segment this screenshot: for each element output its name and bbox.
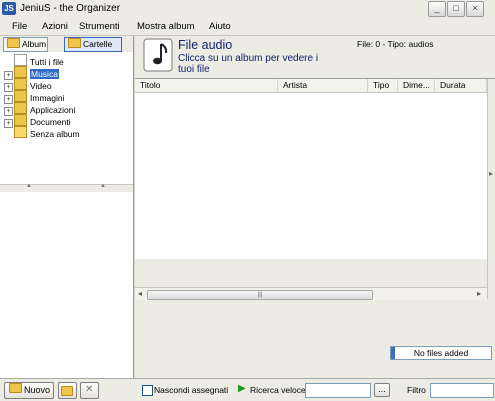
menu-bar: File Azioni Strumenti Mostra album Aiuto xyxy=(0,18,495,36)
app-logo-icon: JS xyxy=(2,2,16,15)
scroll-right-icon[interactable]: ▸ xyxy=(477,289,481,298)
column-header-duration[interactable]: Durata xyxy=(435,79,487,92)
scroll-left-icon[interactable]: ◂ xyxy=(138,289,142,298)
quick-search-label: Ricerca veloce xyxy=(250,385,306,395)
column-header-title[interactable]: Titolo xyxy=(135,79,278,92)
images-folder-icon xyxy=(14,90,27,102)
menu-azioni[interactable]: Azioni xyxy=(42,21,68,32)
bottom-toolbar: Nuovo ✕ Nascondi assegnati ▶ Ricerca vel… xyxy=(0,378,495,401)
left-panel: Album Cartelle Tutti i file + Musica + Vid… xyxy=(0,36,134,378)
tree-item-documents[interactable]: + Documenti xyxy=(4,114,71,128)
status-text: No files added xyxy=(413,348,469,358)
splitter-grip-icon: ▲ xyxy=(26,183,32,189)
no-album-icon xyxy=(14,126,27,138)
tree-item-no-album[interactable]: Senza album xyxy=(4,126,80,139)
music-note-icon xyxy=(143,38,173,72)
browse-button[interactable]: ... xyxy=(374,383,390,397)
tab-folders-label: Cartelle xyxy=(83,39,113,49)
hide-assigned-checkbox[interactable] xyxy=(142,385,153,396)
vertical-scrollbar[interactable]: ▸ xyxy=(487,79,495,299)
title-bar: JS JeniuS - the Organizer _ □ × xyxy=(0,0,495,19)
minimize-button[interactable]: _ xyxy=(428,1,446,17)
delete-icon: ✕ xyxy=(85,384,94,395)
tree-item-images[interactable]: + Immagini xyxy=(4,90,64,104)
column-header-size[interactable]: Dime... xyxy=(398,79,435,92)
column-header-artist[interactable]: Artista xyxy=(278,79,368,92)
menu-strumenti[interactable]: Strumenti xyxy=(79,21,120,32)
menu-aiuto[interactable]: Aiuto xyxy=(209,21,231,32)
album-icon xyxy=(7,38,20,48)
file-table: Titolo Artista Tipo Dime... Durata ▸ ◂ |… xyxy=(135,78,495,300)
new-button[interactable]: Nuovo xyxy=(4,382,54,399)
column-header-type[interactable]: Tipo xyxy=(368,79,398,92)
new-folder-icon xyxy=(9,383,22,393)
edit-button[interactable] xyxy=(58,382,77,399)
filter-input[interactable] xyxy=(430,383,494,398)
tab-album[interactable]: Album xyxy=(3,37,48,52)
quick-search-input[interactable] xyxy=(305,383,371,398)
tab-album-label: Album xyxy=(22,39,47,49)
filter-label: Filtro xyxy=(407,385,426,395)
tree-item-video[interactable]: + Video xyxy=(4,78,52,92)
scroll-thumb[interactable]: ||| xyxy=(147,290,373,300)
horizontal-scrollbar[interactable]: ◂ ||| ▸ xyxy=(135,287,487,300)
menu-file[interactable]: File xyxy=(12,21,27,32)
video-folder-icon xyxy=(14,78,27,90)
splitter-grip-icon: ▲ xyxy=(100,183,106,189)
play-icon[interactable]: ▶ xyxy=(238,383,246,394)
main-panel: File audio Clicca su un album per vedere… xyxy=(135,36,495,378)
panel-tabs: Album Cartelle xyxy=(0,36,133,52)
applications-folder-icon xyxy=(14,102,27,114)
page-title: File audio xyxy=(178,38,233,52)
scroll-right-icon: ▸ xyxy=(489,169,494,178)
all-files-icon xyxy=(14,54,27,66)
tree-item-all-files[interactable]: Tutti i file xyxy=(4,54,64,67)
tab-folders[interactable]: Cartelle xyxy=(64,37,122,52)
hide-assigned-label: Nascondi assegnati xyxy=(154,385,229,395)
close-button[interactable]: × xyxy=(466,1,484,17)
new-button-label: Nuovo xyxy=(24,385,51,395)
edit-icon xyxy=(61,386,73,396)
menu-mostra-album[interactable]: Mostra album xyxy=(137,21,195,32)
file-count-info: File: 0 - Tipo: audios xyxy=(357,39,434,49)
panel-splitter[interactable]: ▲ ▲ xyxy=(0,183,133,192)
delete-button[interactable]: ✕ xyxy=(80,382,99,399)
page-subtitle: Clicca su un album per vedere i tuoi fil… xyxy=(178,53,319,75)
tree-item-applications[interactable]: + Applicazioni xyxy=(4,102,75,116)
table-header: Titolo Artista Tipo Dime... Durata xyxy=(135,79,495,93)
music-folder-icon xyxy=(14,66,27,78)
folder-icon xyxy=(68,38,81,48)
status-progress: No files added xyxy=(390,346,492,360)
documents-folder-icon xyxy=(14,114,27,126)
window-title: JeniuS - the Organizer xyxy=(20,3,121,14)
maximize-button[interactable]: □ xyxy=(447,1,465,17)
album-header: File audio Clicca su un album per vedere… xyxy=(135,36,495,78)
tree-item-music[interactable]: + Musica xyxy=(4,66,59,80)
